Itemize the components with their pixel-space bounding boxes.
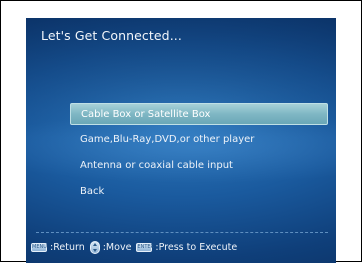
connection-menu: Cable Box or Satellite Box Game,Blu-Ray,… [70, 103, 328, 207]
page-title: Let's Get Connected... [41, 28, 182, 43]
enter-key-icon: ENTER [136, 242, 155, 252]
menu-key-icon: MENU [31, 242, 47, 252]
key-help-bar: MENU :Return :Move ENTER :Press to Execu… [31, 238, 237, 256]
return-hint: :Return [50, 241, 85, 253]
outer-frame: Let's Get Connected... Cable Box or Sate… [0, 0, 362, 263]
menu-item-antenna[interactable]: Antenna or coaxial cable input [70, 155, 328, 177]
up-down-arrow-icon [89, 240, 100, 254]
menu-item-game-player[interactable]: Game,Blu-Ray,DVD,or other player [70, 129, 328, 151]
move-hint: :Move [102, 241, 132, 253]
footer-divider [36, 232, 328, 233]
menu-item-back[interactable]: Back [70, 181, 328, 203]
menu-item-cable-box[interactable]: Cable Box or Satellite Box [70, 103, 328, 125]
tv-screen: Let's Get Connected... Cable Box or Sate… [26, 18, 336, 263]
execute-hint: :Press to Execute [155, 241, 238, 253]
